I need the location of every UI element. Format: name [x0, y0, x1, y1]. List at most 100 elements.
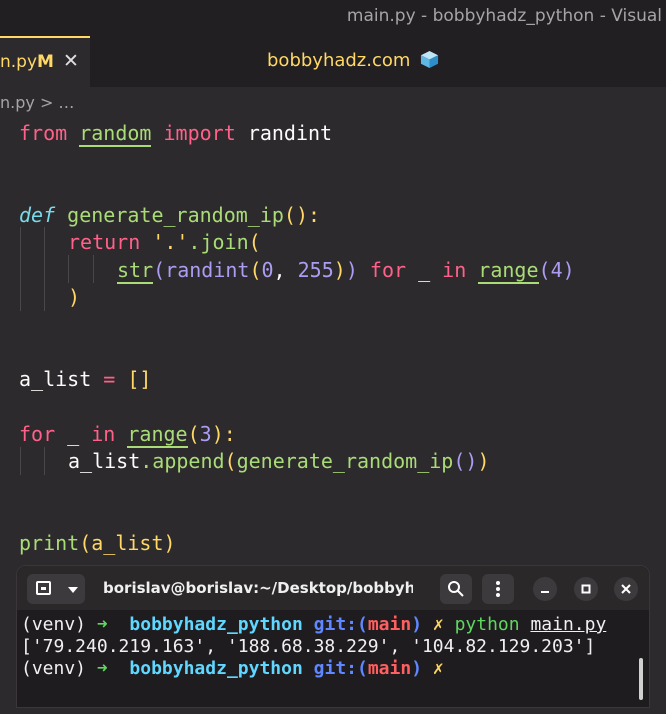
keyword: def	[19, 203, 56, 227]
punctuation: ()	[453, 449, 478, 473]
code-line-1: from random import randint	[19, 121, 333, 147]
code-line-6: a_list = []	[19, 367, 151, 391]
git-branch: main	[367, 614, 412, 635]
punctuation: (	[249, 258, 262, 282]
keyword: for	[357, 258, 407, 282]
window-titlebar: main.py - bobbyhadz_python - Visual	[0, 0, 666, 36]
chevron-down-icon[interactable]	[67, 585, 79, 595]
function-name: generate_random_ip	[67, 203, 284, 227]
builtin-name: print	[19, 531, 80, 555]
keyword: return	[68, 230, 141, 254]
dirty-mark: ✗	[432, 658, 444, 679]
minimize-button[interactable]	[533, 577, 557, 601]
code-line-5: )	[68, 285, 80, 309]
indent-guide	[20, 447, 21, 475]
operator: =	[91, 367, 128, 391]
builtin-name: str	[117, 258, 154, 284]
modified-badge: M	[37, 52, 54, 72]
watermark-label: bobbyhadz.com	[267, 50, 439, 71]
punctuation: )	[163, 531, 176, 555]
number: 0	[261, 258, 274, 282]
terminal-line-1: (venv) ➜ bobbyhadz_python git:(main) ✗ p…	[21, 614, 606, 635]
directory-name: bobbyhadz_python	[129, 658, 303, 679]
search-button[interactable]	[440, 574, 472, 604]
terminal-window[interactable]: borislav@borislav:~/Desktop/bobbyhadz_..…	[16, 565, 650, 708]
punctuation: []	[127, 367, 152, 391]
identifier: (a_list	[79, 531, 164, 555]
keyword: in	[442, 258, 467, 282]
tab-main-py[interactable]: n.py M ✕	[0, 36, 90, 87]
terminal-line-3: (venv) ➜ bobbyhadz_python git:(main) ✗	[21, 658, 444, 679]
code-line-4: str(randint(0, 255)) for _ in range(4)	[117, 258, 575, 284]
indent-guide	[44, 227, 45, 311]
close-icon	[621, 584, 631, 594]
tab-bar: n.py M ✕ bobbyhadz.com	[0, 36, 666, 87]
punctuation: (	[538, 258, 551, 282]
punctuation: )	[333, 258, 346, 282]
breadcrumb[interactable]: n.py > …	[0, 93, 74, 112]
keyword: in	[91, 422, 116, 446]
indent-guide	[68, 255, 69, 283]
close-button[interactable]	[614, 577, 638, 601]
code-line-8: a_list.append(generate_random_ip())	[68, 449, 489, 473]
punctuation: ):	[211, 422, 236, 446]
keyword: for	[19, 422, 56, 446]
number: 3	[199, 422, 212, 446]
git-label-close: )	[411, 658, 423, 679]
minimize-icon	[541, 591, 549, 593]
identifier: _	[55, 422, 92, 446]
venv-label: (venv)	[21, 614, 87, 635]
maximize-button[interactable]	[574, 577, 598, 601]
terminal-output: ['79.240.219.163', '188.68.38.229', '104…	[21, 636, 596, 657]
close-icon[interactable]: ✕	[63, 50, 79, 72]
maximize-icon	[581, 584, 591, 594]
command: python	[454, 614, 520, 635]
punctuation: )	[345, 258, 358, 282]
terminal-header: borislav@borislav:~/Desktop/bobbyhadz_..…	[17, 566, 649, 610]
kebab-menu-icon	[496, 581, 500, 597]
punctuation: )	[562, 258, 575, 282]
punctuation: (	[248, 230, 261, 254]
terminal-icon	[36, 581, 51, 595]
number: 4	[550, 258, 563, 282]
git-label-close: )	[411, 614, 423, 635]
identifier: randint	[247, 121, 333, 145]
indent-guide	[93, 255, 94, 283]
new-tab-button[interactable]	[27, 574, 85, 604]
punctuation: (	[187, 422, 200, 446]
window-title: main.py - bobbyhadz_python - Visual	[346, 6, 662, 26]
code-line-2: def generate_random_ip():	[19, 203, 320, 227]
code-line-9: print(a_list)	[19, 531, 176, 555]
watermark-text: bobbyhadz.com	[267, 50, 411, 71]
method-name: .join	[188, 230, 249, 254]
directory-name: bobbyhadz_python	[129, 614, 303, 635]
dirty-mark: ✗	[432, 614, 444, 635]
search-icon	[448, 581, 464, 597]
indent-guide	[20, 227, 21, 311]
string-literal: '.'	[152, 230, 189, 254]
command-argument: main.py	[530, 614, 607, 635]
builtin-name: range	[478, 258, 539, 284]
prompt-arrow-icon: ➜	[96, 614, 108, 635]
cube-icon	[421, 50, 439, 69]
builtin-name: range	[127, 422, 188, 448]
code-editor[interactable]: from random import randint def generate_…	[0, 117, 666, 557]
git-label: git:(	[313, 614, 368, 635]
punctuation: )	[477, 449, 490, 473]
indent-guide	[44, 447, 45, 475]
identifier: a_list	[68, 449, 141, 473]
punctuation: (	[224, 449, 237, 473]
method-name: .append	[140, 449, 225, 473]
terminal-scrollbar[interactable]	[639, 658, 643, 700]
punctuation: ():	[283, 203, 321, 227]
module-name: random	[79, 121, 152, 147]
code-line-3: return '.'.join(	[68, 230, 261, 254]
menu-button[interactable]	[482, 574, 514, 604]
code-line-7: for _ in range(3):	[19, 422, 236, 448]
git-branch: main	[367, 658, 412, 679]
punctuation: ,	[273, 258, 298, 282]
identifier: (randint	[153, 258, 250, 282]
punctuation: )	[68, 285, 81, 309]
prompt-arrow-icon: ➜	[96, 658, 108, 679]
git-label: git:(	[313, 658, 368, 679]
